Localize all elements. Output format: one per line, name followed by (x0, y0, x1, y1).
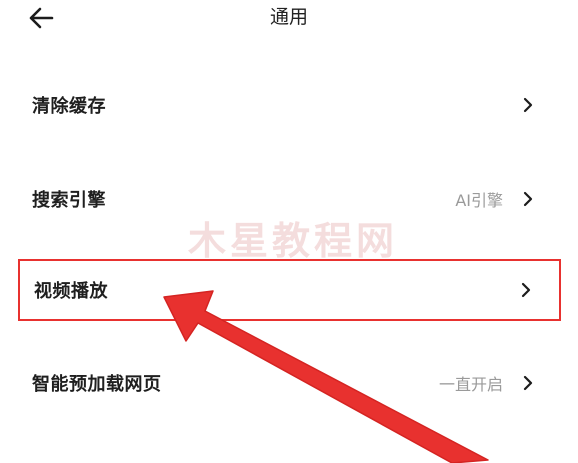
setting-label: 清除缓存 (32, 96, 106, 117)
chevron-right-icon (523, 375, 533, 391)
setting-label: 搜索引擎 (32, 190, 106, 211)
setting-label: 智能预加载网页 (32, 374, 162, 395)
setting-search-engine[interactable]: 搜索引擎 AI引擎 (18, 173, 561, 225)
general-settings-screen: 通用 清除缓存 搜索引擎 AI引擎 视频播放 智能预加载网页 一直开启 木星教程… (0, 0, 578, 463)
setting-clear-cache[interactable]: 清除缓存 (18, 79, 561, 131)
setting-video-playback[interactable]: 视频播放 (18, 259, 561, 321)
top-bar: 通用 (0, 0, 578, 36)
page-title: 通用 (269, 6, 308, 28)
setting-value: AI引擎 (455, 191, 503, 210)
chevron-right-icon (523, 191, 533, 207)
setting-label: 视频播放 (34, 281, 108, 302)
setting-value: 一直开启 (438, 375, 503, 394)
chevron-right-icon (523, 97, 533, 113)
setting-smart-preload[interactable]: 智能预加载网页 一直开启 (18, 357, 561, 409)
chevron-right-icon (521, 282, 531, 298)
